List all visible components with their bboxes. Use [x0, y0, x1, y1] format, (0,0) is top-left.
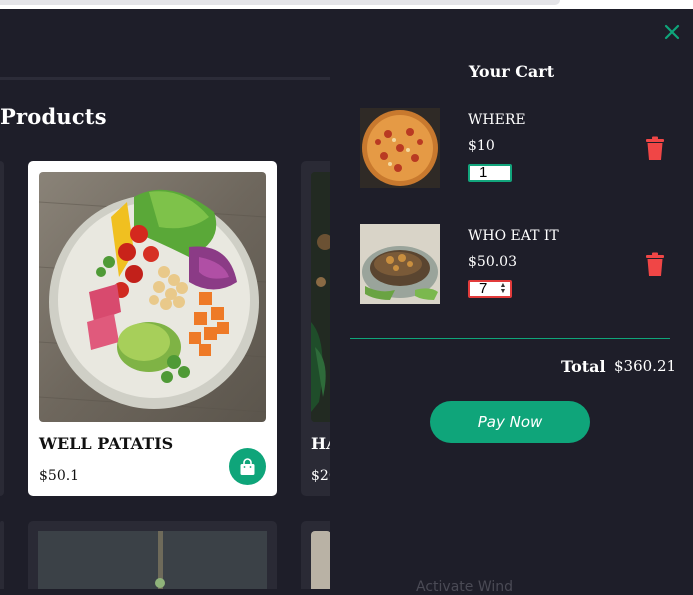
quantity-value: 1 [479, 164, 488, 181]
product-card-row2-partial [301, 521, 331, 589]
header-divider [0, 77, 330, 80]
product-name: WELL PATATIS [39, 434, 174, 453]
activate-windows-watermark: Activate Wind [416, 579, 514, 595]
product-image-row2-partial [311, 531, 331, 589]
product-card-row2 [28, 521, 277, 589]
product-price-partial: $20 [311, 468, 331, 484]
cart-item: WHO EAT IT $50.03 7 ▲ ▼ [360, 224, 670, 304]
cart-title: Your Cart [468, 62, 555, 81]
product-image-partial [311, 172, 331, 422]
product-card-row2-left [0, 521, 4, 589]
browser-top-strip [0, 0, 693, 9]
product-card-left-edge [0, 161, 4, 496]
pay-now-button[interactable]: Pay Now [430, 401, 590, 443]
browser-tab-edge [0, 0, 560, 5]
product-price: $50.1 [39, 468, 80, 484]
total-value: $360.21 [614, 357, 677, 375]
quantity-value: 7 [479, 280, 488, 297]
quantity-stepper[interactable]: 7 ▲ ▼ [468, 280, 512, 298]
cart-divider [350, 338, 670, 339]
close-icon[interactable] [663, 23, 681, 41]
shopping-bag-icon [240, 457, 255, 475]
cart-item-price: $10 [468, 138, 495, 154]
product-card: WELL PATATIS $50.1 [28, 161, 277, 496]
cart-item-image [360, 224, 440, 304]
quantity-input[interactable]: 1 [468, 164, 512, 182]
stepper-arrows-icon[interactable]: ▲ ▼ [499, 282, 507, 295]
trash-icon[interactable] [644, 136, 666, 161]
cart-panel: Your Cart WHERE $10 1 WHO EAT IT $50.03 … [330, 9, 693, 595]
total-label: Total [561, 357, 606, 376]
cart-item-name: WHO EAT IT [468, 228, 559, 244]
cart-item: WHERE $10 1 [360, 108, 670, 188]
product-card-partial: HA $20 [301, 161, 331, 496]
cart-item-price: $50.03 [468, 254, 517, 270]
add-to-cart-button[interactable] [229, 448, 266, 485]
product-name-partial: HA [311, 434, 331, 453]
cart-item-name: WHERE [468, 112, 526, 128]
section-title: Products [0, 104, 107, 129]
product-image-row2 [38, 531, 267, 589]
trash-icon[interactable] [644, 252, 666, 277]
product-image [39, 172, 266, 422]
cart-item-image [360, 108, 440, 188]
